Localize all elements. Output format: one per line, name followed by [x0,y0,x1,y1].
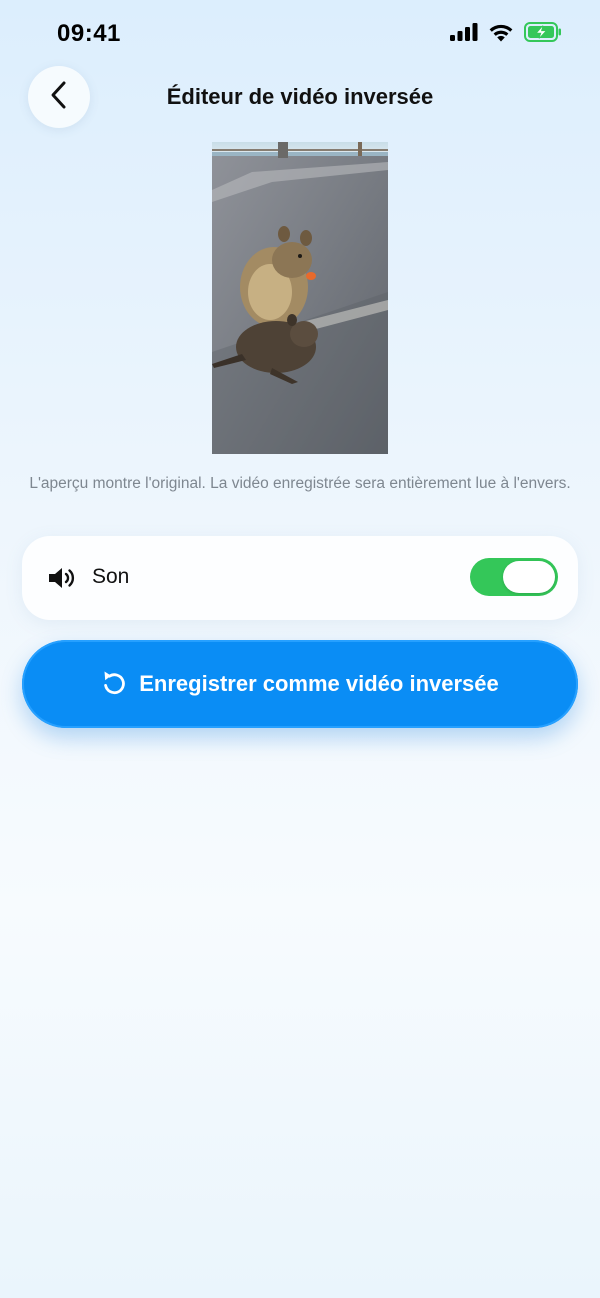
cellular-signal-icon [450,23,478,46]
sound-label: Son [92,565,130,588]
status-icons [450,22,562,47]
save-button-label: Enregistrer comme vidéo inversée [139,671,499,696]
video-preview-image [212,142,388,454]
status-time: 09:41 [57,20,121,47]
status-bar: 09:41 [0,0,600,64]
wifi-icon [488,23,514,47]
reverse-arrow-icon [101,668,127,701]
page-title: Éditeur de vidéo inversée [166,84,434,109]
sound-setting-card: Son [22,536,578,620]
save-reversed-video-button[interactable]: Enregistrer comme vidéo inversée [22,640,578,728]
toggle-knob [503,561,555,593]
battery-charging-icon [524,22,562,47]
video-preview[interactable] [212,142,388,454]
sound-toggle[interactable] [470,558,558,596]
preview-note: L'aperçu montre l'original. La vidéo enr… [29,475,571,492]
speaker-icon [48,566,78,595]
